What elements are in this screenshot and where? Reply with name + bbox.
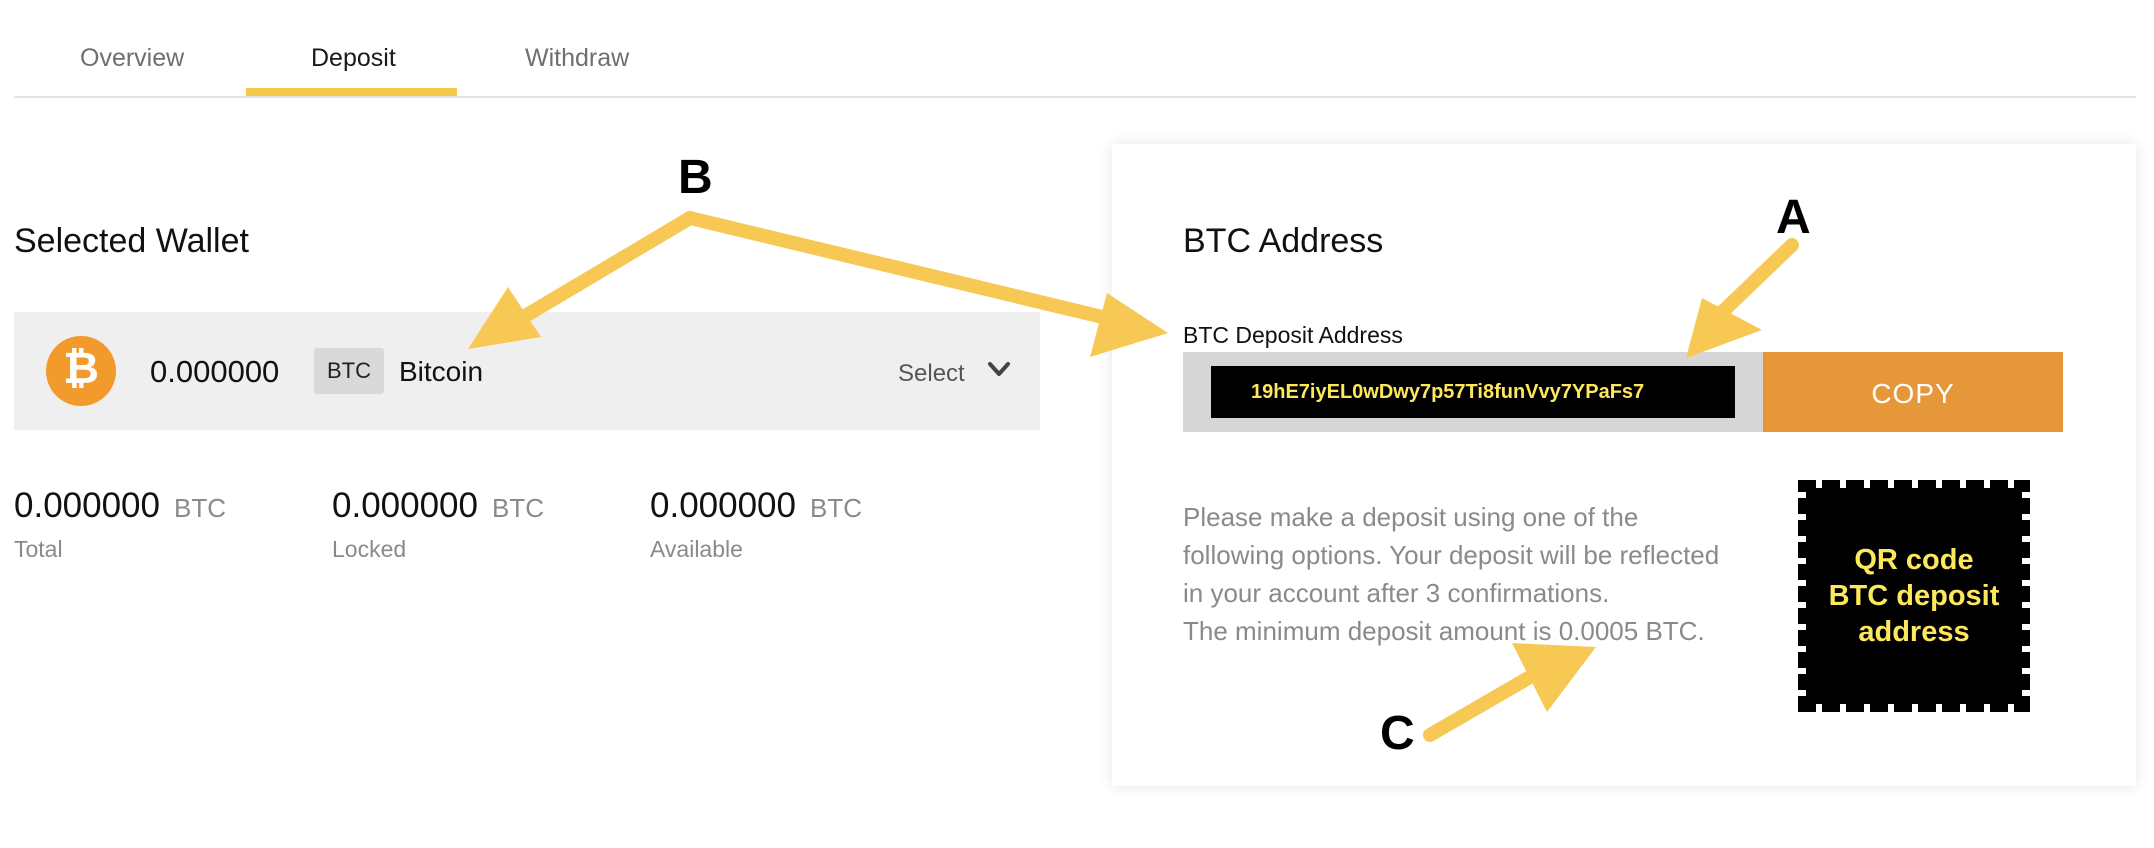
deposit-address-value[interactable]: 19hE7iyEL0wDwy7p57Ti8funVvy7YPaFs7 xyxy=(1211,366,1735,418)
tab-bar: Overview Deposit Withdraw xyxy=(14,0,2136,98)
qr-caption-line: BTC deposit xyxy=(1828,580,2000,612)
qr-code-caption: QR code BTC deposit address xyxy=(1798,542,2030,650)
instruction-line: Please make a deposit using one of the xyxy=(1183,502,1639,532)
deposit-address-field[interactable]: 19hE7iyEL0wDwy7p57Ti8funVvy7YPaFs7 xyxy=(1183,352,1763,432)
instruction-line: in your account after 3 confirmations. xyxy=(1183,578,1610,608)
wallet-name: Bitcoin xyxy=(399,356,484,387)
balance-label: Total xyxy=(14,536,63,562)
deposit-address-label: BTC Deposit Address xyxy=(1183,322,1403,348)
deposit-address-card: BTC Address BTC Deposit Address 19hE7iyE… xyxy=(1112,144,2136,786)
balance-unit: BTC xyxy=(491,493,544,523)
tab-deposit[interactable]: Deposit xyxy=(311,44,396,73)
wallet-select-label[interactable]: Select xyxy=(898,360,965,388)
wallet-selector[interactable]: ₿ 0.000000 BTC Bitcoin Select xyxy=(14,312,1040,430)
card-title: BTC Address xyxy=(1183,222,1384,260)
balance-value: 0.000000 xyxy=(14,486,160,525)
bitcoin-icon: ₿ xyxy=(46,336,116,406)
tab-overview[interactable]: Overview xyxy=(80,44,184,73)
wallet-amount: 0.000000 xyxy=(150,354,280,389)
instruction-line: The minimum deposit amount is 0.0005 BTC… xyxy=(1183,616,1705,646)
copy-address-button[interactable]: COPY xyxy=(1763,352,2063,432)
balance-value: 0.000000 xyxy=(650,486,796,525)
chevron-down-icon[interactable] xyxy=(986,356,1012,382)
qr-edge xyxy=(1798,704,2030,712)
balance-label: Available xyxy=(650,536,743,562)
annotation-marker-c: C xyxy=(1380,707,1415,760)
instruction-line: following options. Your deposit will be … xyxy=(1183,540,1720,570)
balance-locked: 0.000000 BTC Locked xyxy=(332,486,544,563)
annotation-marker-b: B xyxy=(678,151,713,204)
balance-unit: BTC xyxy=(173,493,226,523)
selected-wallet-title: Selected Wallet xyxy=(14,222,249,260)
annotation-marker-a: A xyxy=(1776,191,1811,244)
tab-withdraw[interactable]: Withdraw xyxy=(525,44,629,73)
wallet-ticker-badge: BTC xyxy=(314,348,384,394)
active-tab-indicator xyxy=(246,88,457,96)
qr-code-placeholder: QR code BTC deposit address xyxy=(1798,480,2030,712)
qr-edge xyxy=(1798,480,2030,488)
balance-value: 0.000000 xyxy=(332,486,478,525)
arrow-b-left-shaft xyxy=(503,211,697,332)
balance-unit: BTC xyxy=(809,493,862,523)
balance-available: 0.000000 BTC Available xyxy=(650,486,862,563)
qr-caption-line: QR code xyxy=(1854,544,1974,576)
deposit-instructions: Please make a deposit using one of the f… xyxy=(1183,498,1773,650)
arrow-b-right-shaft xyxy=(683,211,1122,327)
balance-total: 0.000000 BTC Total xyxy=(14,486,226,563)
balance-label: Locked xyxy=(332,536,407,562)
bitcoin-glyph: ₿ xyxy=(63,344,99,393)
qr-caption-line: address xyxy=(1858,616,1970,648)
